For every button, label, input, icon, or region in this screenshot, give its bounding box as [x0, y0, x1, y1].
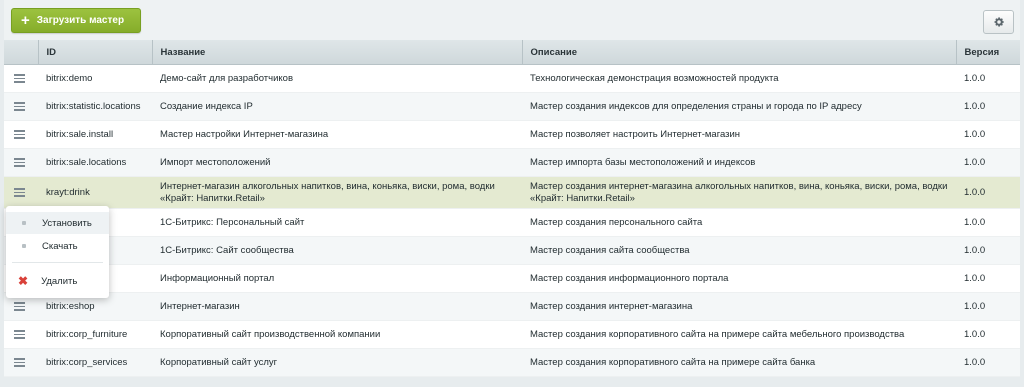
upload-wizard-button[interactable]: + Загрузить мастер	[11, 8, 141, 33]
cell-description: Мастер создания интернет-магазина	[522, 292, 956, 321]
menu-item-delete[interactable]: ✖ Удалить	[6, 270, 109, 292]
row-menu-icon[interactable]	[14, 302, 25, 311]
cell-id: bitrix:corp_furniture	[38, 320, 152, 349]
delete-icon: ✖	[18, 274, 29, 288]
cell-name: Корпоративный сайт услуг	[152, 348, 522, 377]
settings-button[interactable]	[983, 10, 1014, 34]
cell-version: 1.0.0	[956, 292, 1020, 321]
menu-item-label: Установить	[42, 217, 92, 229]
bullet-icon	[22, 221, 26, 225]
row-menu-icon[interactable]	[14, 74, 25, 83]
cell-description: Мастер создания корпоративного сайта на …	[522, 320, 956, 349]
cell-description: Мастер импорта базы местоположений и инд…	[522, 148, 956, 177]
table-row[interactable]: bitrix:sale.locations Импорт местоположе…	[4, 148, 1020, 177]
cell-description: Мастер создания индексов для определения…	[522, 92, 956, 121]
table-row-selected[interactable]: krayt:drink Интернет-магазин алкогольных…	[4, 176, 1020, 209]
cell-name: Интернет-магазин	[152, 292, 522, 321]
row-menu-icon[interactable]	[14, 330, 25, 339]
gear-icon	[994, 17, 1004, 27]
cell-name: Корпоративный сайт производственной комп…	[152, 320, 522, 349]
cell-version: 1.0.0	[956, 176, 1020, 209]
cell-version: 1.0.0	[956, 320, 1020, 349]
cell-description: Мастер создания корпоративного сайта на …	[522, 348, 956, 377]
cell-name: Мастер настройки Интернет-магазина	[152, 120, 522, 149]
cell-id: bitrix:sale.locations	[38, 148, 152, 177]
menu-divider	[12, 262, 103, 263]
cell-id: bitrix:statistic.locations	[38, 92, 152, 121]
table-row[interactable]: bitrix:corp_furniture Корпоративный сайт…	[4, 320, 1020, 349]
cell-name: 1С-Битрикс: Персональный сайт	[152, 208, 522, 237]
column-actions	[4, 40, 38, 65]
table-row[interactable]: bitrix:sale.install Мастер настройки Инт…	[4, 120, 1020, 149]
cell-description: Мастер создания персонального сайта	[522, 208, 956, 237]
cell-version: 1.0.0	[956, 348, 1020, 377]
cell-id: krayt:drink	[38, 176, 152, 209]
table-row[interactable]: ommunity 1С-Битрикс: Сайт сообщества Мас…	[4, 236, 1020, 265]
cell-description: Мастер позволяет настроить Интернет-мага…	[522, 120, 956, 149]
cell-version: 1.0.0	[956, 208, 1020, 237]
cell-name: Создание индекса IP	[152, 92, 522, 121]
cell-description: Мастер создания информационного портала	[522, 264, 956, 293]
cell-version: 1.0.0	[956, 92, 1020, 121]
cell-name: Информационный портал	[152, 264, 522, 293]
table-row[interactable]: bitrix:statistic.locations Создание инде…	[4, 92, 1020, 121]
plus-icon: +	[21, 12, 30, 29]
row-context-menu: Установить Скачать ✖ Удалить	[6, 206, 109, 298]
cell-version: 1.0.0	[956, 120, 1020, 149]
cell-id: bitrix:demo	[38, 64, 152, 93]
cell-description: Мастер создания интернет-магазина алкого…	[522, 176, 956, 209]
column-name[interactable]: Название	[151, 40, 522, 65]
cell-description: Технологическая демонстрация возможносте…	[522, 64, 956, 93]
menu-item-install[interactable]: Установить	[6, 212, 109, 234]
row-menu-icon[interactable]	[14, 158, 25, 167]
menu-item-label: Удалить	[41, 275, 78, 287]
cell-description: Мастер создания сайта сообщества	[522, 236, 956, 265]
cell-id: bitrix:sale.install	[38, 120, 152, 149]
upload-wizard-label: Загрузить мастер	[36, 15, 125, 26]
toolbar: + Загрузить мастер	[4, 0, 1020, 41]
cell-version: 1.0.0	[956, 264, 1020, 293]
cell-name: Демо-сайт для разработчиков	[152, 64, 522, 93]
table-row[interactable]: bitrix:demo Демо-сайт для разработчиков …	[4, 64, 1020, 93]
row-menu-icon[interactable]	[14, 358, 25, 367]
cell-version: 1.0.0	[956, 64, 1020, 93]
cell-id: bitrix:corp_services	[38, 348, 152, 377]
bullet-icon	[22, 244, 26, 248]
row-menu-icon[interactable]	[14, 130, 25, 139]
table-row[interactable]: bitrix:corp_services Корпоративный сайт …	[4, 348, 1020, 377]
cell-version: 1.0.0	[956, 148, 1020, 177]
row-menu-icon[interactable]	[14, 102, 25, 111]
row-menu-icon[interactable]	[14, 188, 25, 197]
table-header: ID Название Описание Версия	[4, 40, 1020, 65]
cell-name: 1С-Битрикс: Сайт сообщества	[152, 236, 522, 265]
cell-version: 1.0.0	[956, 236, 1020, 265]
column-version[interactable]: Версия	[955, 40, 1020, 65]
table-row[interactable]: al Информационный портал Мастер создания…	[4, 264, 1020, 293]
cell-name: Импорт местоположений	[152, 148, 522, 177]
table-row[interactable]: ersonal 1С-Битрикс: Персональный сайт Ма…	[4, 208, 1020, 237]
menu-item-label: Скачать	[42, 240, 78, 252]
column-id[interactable]: ID	[37, 40, 152, 65]
wizards-table: ID Название Описание Версия bitrix:demo …	[4, 40, 1020, 377]
menu-item-download[interactable]: Скачать	[6, 235, 109, 257]
cell-name: Интернет-магазин алкогольных напитков, в…	[152, 176, 522, 209]
table-row[interactable]: bitrix:eshop Интернет-магазин Мастер соз…	[4, 292, 1020, 321]
column-description[interactable]: Описание	[521, 40, 956, 65]
